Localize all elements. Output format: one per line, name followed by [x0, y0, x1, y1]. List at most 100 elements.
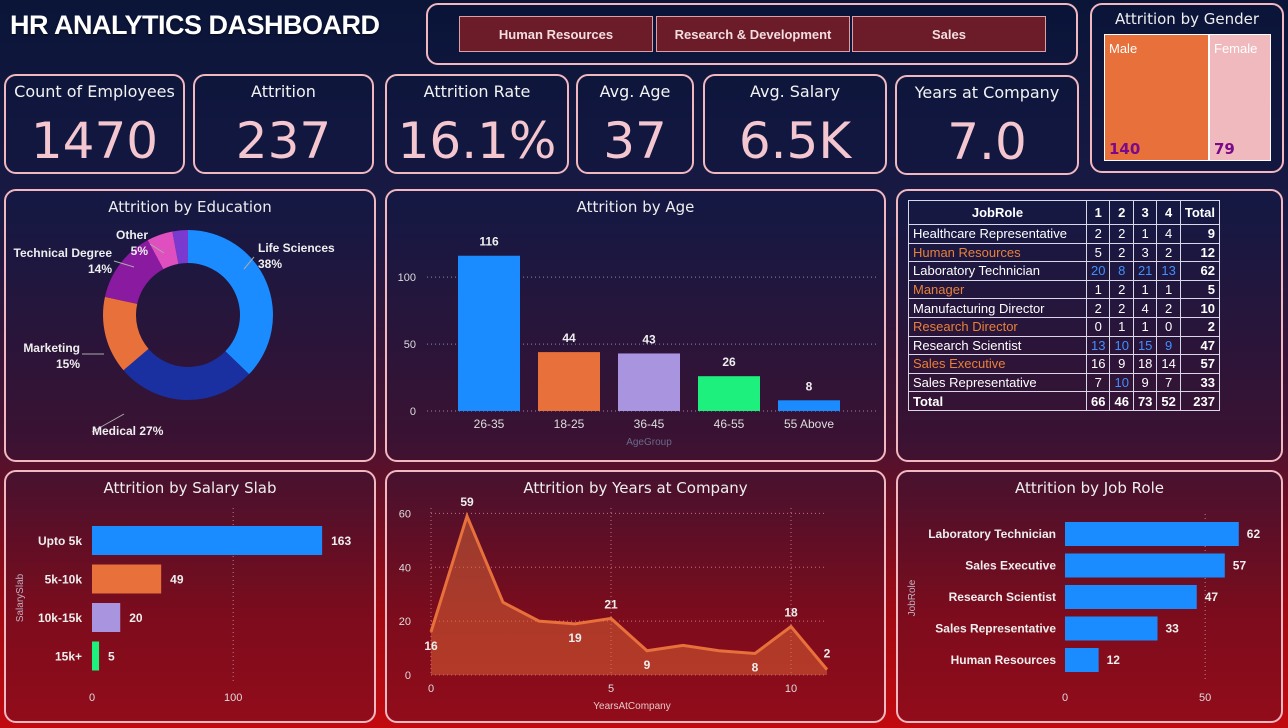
matrix-total-cell: 73 [1132, 391, 1158, 411]
age-bar-46-55[interactable] [698, 376, 760, 411]
treemap-female[interactable]: Female 79 [1209, 34, 1271, 161]
matrix-col-3[interactable]: 3 [1132, 200, 1158, 225]
donut-slice-medical[interactable] [123, 348, 250, 400]
kpi-label: Years at Company [914, 83, 1060, 102]
matrix-cell: 18 [1132, 354, 1158, 374]
table-row[interactable]: Manufacturing Director 2 2 4 2 10 [908, 298, 1220, 318]
matrix-cell: 21 [1132, 261, 1158, 281]
years-xtick: 0 [428, 683, 434, 695]
table-row[interactable]: Sales Representative 7 10 9 7 33 [908, 372, 1220, 393]
jobrole-bar-sales-representative[interactable] [1065, 616, 1158, 641]
matrix-col-4[interactable]: 4 [1156, 200, 1181, 225]
matrix-col-1[interactable]: 1 [1085, 200, 1111, 225]
matrix-cell-role: Research Director [908, 316, 1087, 337]
age-data-label: 44 [562, 331, 576, 345]
years-ytick: 40 [399, 562, 411, 574]
salary-xtick: 0 [89, 692, 95, 704]
matrix-cell: 13 [1156, 261, 1181, 281]
table-row[interactable]: Research Scientist 13 10 15 9 47 [908, 335, 1220, 356]
years-data-label: 21 [604, 597, 618, 611]
matrix-cell-total: 9 [1179, 224, 1220, 244]
age-bar-18-25[interactable] [538, 352, 600, 411]
matrix-cell-role: Research Scientist [908, 335, 1087, 356]
slicer-sales[interactable]: Sales [852, 16, 1046, 52]
years-data-label: 2 [824, 647, 831, 661]
matrix-header: JobRole 1 2 3 4 Total [908, 200, 1220, 225]
table-row[interactable]: Manager 1 2 1 1 5 [908, 279, 1220, 300]
matrix-cell: 1 [1109, 316, 1134, 337]
kpi-value: 6.5K [738, 112, 852, 170]
matrix-cell: 9 [1156, 335, 1181, 356]
jobrole-bar-laboratory-technician[interactable] [1065, 522, 1239, 546]
age-data-label: 116 [479, 235, 499, 249]
matrix-cell-total: 57 [1179, 354, 1220, 374]
kpi-attrition-rate: Attrition Rate 16.1% [385, 74, 569, 174]
treemap-male[interactable]: Male 140 [1104, 34, 1209, 161]
age-bar-55-above[interactable] [778, 400, 840, 411]
years-ytick: 0 [405, 670, 411, 682]
treemap-male-value: 140 [1109, 140, 1141, 158]
years-data-label: 9 [644, 658, 651, 672]
jobrole-bar-sales-executive[interactable] [1065, 553, 1225, 578]
years-ytick: 60 [399, 508, 411, 520]
education-chart: Life Sciences 38% Medical 27% Marketing … [14, 228, 336, 438]
jobrole-xtick: 0 [1062, 692, 1068, 704]
jobrole-data-label: 57 [1233, 559, 1247, 573]
table-row[interactable]: Laboratory Technician 20 8 21 13 62 [908, 261, 1220, 281]
matrix-cell: 1 [1132, 316, 1158, 337]
edu-label-marketing: Marketing [23, 341, 80, 355]
slicer-human-resources[interactable]: Human Resources [459, 16, 653, 52]
salary-bar-10k-15k[interactable] [92, 603, 121, 632]
matrix-col-jobrole[interactable]: JobRole [908, 200, 1087, 225]
table-row[interactable]: Research Director 0 1 1 0 2 [908, 316, 1220, 337]
matrix-col-2[interactable]: 2 [1109, 200, 1134, 225]
salary-data-label: 20 [129, 611, 143, 625]
matrix-cell: 15 [1132, 335, 1158, 356]
matrix-cell-total: 2 [1179, 316, 1220, 337]
matrix-cell-total: 62 [1179, 261, 1220, 281]
years-data-label: 8 [752, 660, 759, 674]
age-data-label: 43 [642, 332, 656, 346]
jobrole-xtick: 50 [1199, 692, 1211, 704]
matrix-cell: 10 [1109, 335, 1134, 356]
jobrole-bar-human-resources[interactable] [1065, 648, 1099, 672]
matrix-cell-total: 47 [1179, 335, 1220, 356]
jobrole-data-label: 47 [1205, 590, 1219, 604]
kpi-avg-age: Avg. Age 37 [576, 74, 694, 174]
matrix-cell: 2 [1085, 298, 1111, 318]
matrix-cell: 1 [1132, 279, 1158, 300]
years-data-label: 18 [784, 606, 798, 620]
jobrole-bar-research-scientist[interactable] [1065, 585, 1197, 609]
salary-bar-15k[interactable] [92, 641, 100, 671]
years-xlabel: YearsAtCompany [593, 701, 670, 712]
age-ytick: 100 [398, 272, 416, 284]
age-chart: 0 50 100 116 26-35 44 18-25 43 36-45 26 46-55 8 55 A… [398, 235, 877, 448]
salary-bar-5k-10k[interactable] [92, 564, 162, 594]
salary-bar-upto-5k[interactable] [92, 526, 323, 555]
jobrole-ytick: Human Resources [951, 653, 1057, 667]
matrix-cell-role: Manufacturing Director [908, 298, 1087, 318]
years-ytick: 20 [399, 616, 411, 628]
edu-pct-technical: 14% [88, 262, 112, 276]
table-row[interactable]: Sales Executive 16 9 18 14 57 [908, 354, 1220, 374]
matrix-col-total[interactable]: Total [1179, 200, 1220, 225]
age-xtick: 18-25 [554, 417, 585, 431]
jobrole-data-label: 12 [1107, 653, 1121, 667]
kpi-count-employees: Count of Employees 1470 [4, 74, 185, 174]
kpi-value: 1470 [30, 112, 159, 170]
matrix-cell-total: 5 [1179, 279, 1220, 300]
slicer-research-development[interactable]: Research & Development [656, 16, 850, 52]
matrix-total-label: Total [908, 391, 1087, 411]
kpi-attrition: Attrition 237 [193, 74, 374, 174]
age-bar-26-35[interactable] [458, 255, 520, 411]
edu-label-technical: Technical Degree [14, 246, 113, 260]
table-row[interactable]: Human Resources 5 2 3 2 12 [908, 242, 1220, 263]
page-title: HR ANALYTICS DASHBOARD [10, 10, 380, 40]
table-row[interactable]: Healthcare Representative 2 2 1 4 9 [908, 224, 1220, 244]
years-data-label: 19 [568, 631, 582, 645]
edu-pct-other: 5% [131, 244, 149, 258]
kpi-avg-salary: Avg. Salary 6.5K [703, 74, 887, 174]
age-bar-36-45[interactable] [618, 353, 680, 411]
matrix-cell: 4 [1156, 224, 1181, 244]
kpi-label: Avg. Salary [749, 82, 841, 101]
